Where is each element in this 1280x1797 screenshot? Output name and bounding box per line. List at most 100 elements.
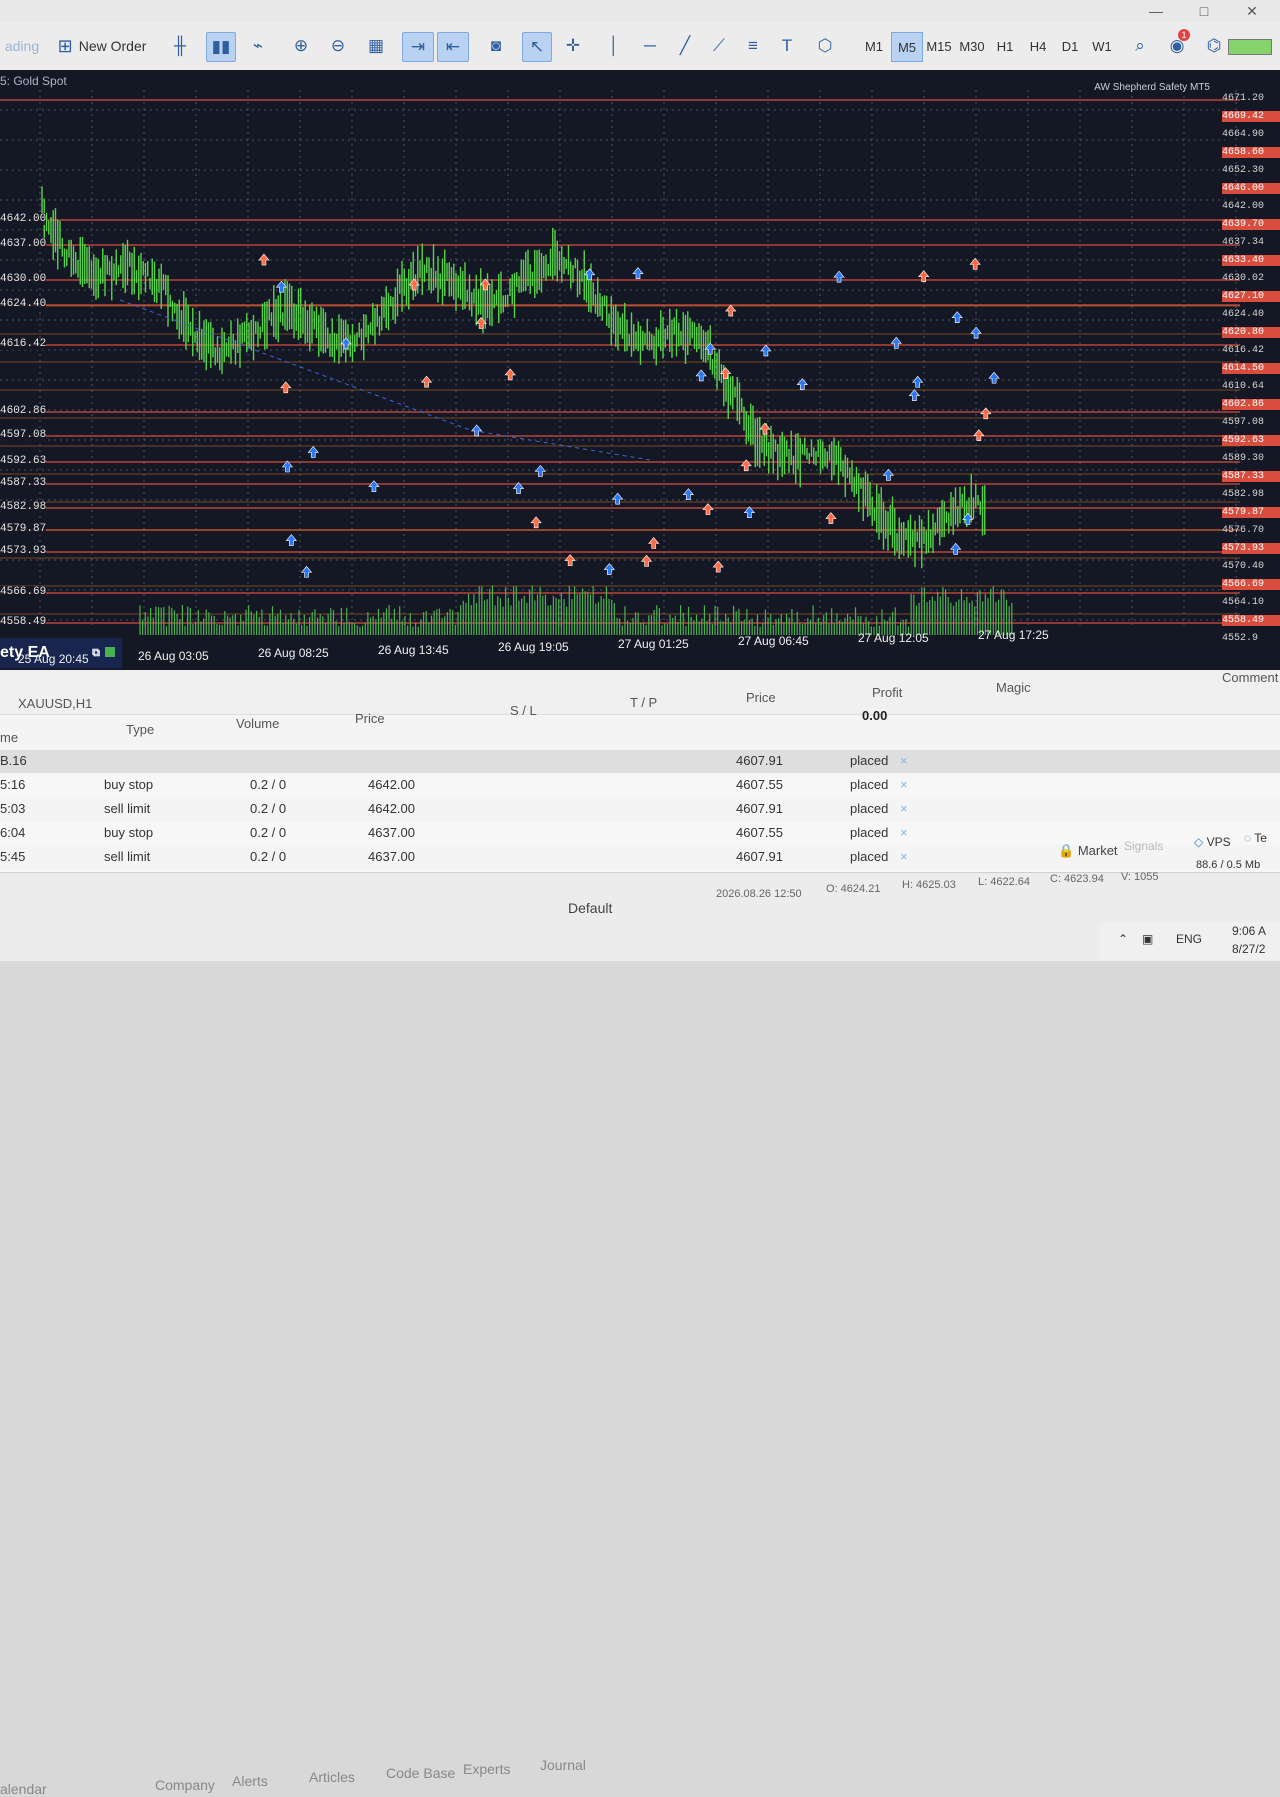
- signal-icon[interactable]: ⌬: [1200, 32, 1228, 60]
- cell-volume: 0.2 / 0: [250, 825, 286, 840]
- cancel-order-icon[interactable]: ×: [900, 801, 908, 816]
- left-level-label: 4624.40: [0, 298, 46, 310]
- bar-chart-icon[interactable]: ╫: [166, 32, 194, 60]
- price-chart[interactable]: 5: Gold Spot AW Shepherd Safety MT5 ety …: [0, 70, 1280, 670]
- clock-date[interactable]: 8/27/2: [1232, 942, 1265, 956]
- timeframe-m15[interactable]: M15: [924, 32, 954, 60]
- shapes-icon[interactable]: ⬡: [807, 32, 843, 60]
- symbol-tab[interactable]: XAUUSD,H1: [18, 696, 92, 711]
- cell-time: 5:03: [0, 801, 25, 816]
- tab-articles[interactable]: Articles: [309, 1769, 355, 1785]
- status-close: C: 4623.94: [1050, 873, 1104, 885]
- right-axis-label: 4552.9: [1222, 633, 1280, 644]
- tab-code-base[interactable]: Code Base: [386, 1765, 455, 1781]
- grid-icon[interactable]: ▦: [362, 32, 390, 60]
- chart-symbol: 5: Gold Spot: [0, 74, 67, 88]
- chevron-up-icon[interactable]: ⌃: [1118, 932, 1128, 946]
- tab-alendar[interactable]: alendar: [0, 1781, 47, 1797]
- left-level-label: 4597.08: [0, 429, 46, 441]
- timeframe-m30[interactable]: M30: [957, 32, 987, 60]
- status-bar: alendar Company Alerts Articles Code Base Exp…: [0, 872, 1280, 961]
- tab-experts[interactable]: Experts: [463, 1761, 510, 1777]
- cell-price: 4642.00: [368, 777, 415, 792]
- vps-button[interactable]: ◇ VPS: [1194, 835, 1231, 849]
- time-axis-label: 26 Aug 03:05: [138, 649, 209, 663]
- tester-button[interactable]: ◌ Te: [1244, 831, 1267, 845]
- line-chart-icon[interactable]: ⌁: [244, 32, 272, 60]
- crosshair-icon[interactable]: ✛: [559, 32, 587, 60]
- zoom-in-icon[interactable]: ⊕: [287, 32, 315, 60]
- cell-time: 5:16: [0, 777, 25, 792]
- text-icon[interactable]: T: [773, 32, 801, 60]
- profit-total: 0.00: [862, 708, 887, 723]
- table-row[interactable]: B.16 4607.91 placed ×: [0, 750, 1280, 773]
- right-axis-label: 4652.30: [1222, 165, 1280, 176]
- right-axis-label: 4579.87: [1222, 507, 1280, 518]
- cell-current: 4607.91: [736, 849, 783, 864]
- status-volume: V: 1055: [1121, 871, 1159, 883]
- header-current-price: Price: [746, 690, 776, 705]
- status-low: L: 4622.64: [978, 876, 1030, 888]
- cell-type: buy stop: [104, 777, 153, 792]
- minimize-button[interactable]: —: [1136, 0, 1176, 22]
- header-time: me: [0, 730, 18, 745]
- cancel-order-icon[interactable]: ×: [900, 753, 908, 768]
- clock-time[interactable]: 9:06 A: [1232, 924, 1266, 938]
- search-icon[interactable]: ⌕: [1126, 32, 1154, 60]
- candlestick-icon[interactable]: ▮▮: [206, 32, 236, 62]
- timeframe-w1[interactable]: W1: [1087, 32, 1117, 60]
- orders-table-header: XAUUSD,H1 me Type Volume Price S / L T /…: [0, 670, 1280, 715]
- maximize-button[interactable]: □: [1184, 0, 1224, 22]
- timeframe-m5[interactable]: M5: [891, 32, 923, 62]
- language-indicator[interactable]: ENG: [1176, 932, 1202, 946]
- table-row[interactable]: 5:03 sell limit 0.2 / 0 4642.00 4607.91 place…: [0, 798, 1280, 821]
- chart-shift-icon[interactable]: ⇤: [437, 32, 469, 62]
- zoom-out-icon[interactable]: ⊖: [324, 32, 352, 60]
- right-axis-label: 4639.70: [1222, 219, 1280, 230]
- cancel-order-icon[interactable]: ×: [900, 849, 908, 864]
- cell-volume: 0.2 / 0: [250, 849, 286, 864]
- tab-company[interactable]: Company: [155, 1777, 215, 1793]
- fibonacci-icon[interactable]: ≡: [739, 32, 767, 60]
- cancel-order-icon[interactable]: ×: [900, 777, 908, 792]
- right-axis-label: 4658.60: [1222, 147, 1280, 158]
- tab-journal[interactable]: Journal: [540, 1757, 586, 1773]
- timeframe-d1[interactable]: D1: [1055, 32, 1085, 60]
- right-axis-label: 4602.86: [1222, 399, 1280, 410]
- tab-alerts[interactable]: Alerts: [232, 1773, 268, 1789]
- trading-tab[interactable]: ading: [0, 32, 44, 60]
- window-titlebar: — □ ✕: [0, 0, 1280, 22]
- right-axis-label: 4624.40: [1222, 309, 1280, 320]
- timeframe-h1[interactable]: H1: [990, 32, 1020, 60]
- status-date: 2026.08.26 12:50: [716, 888, 802, 900]
- cancel-order-icon[interactable]: ×: [900, 825, 908, 840]
- network-icon[interactable]: ▣: [1142, 932, 1153, 946]
- cell-current: 4607.55: [736, 825, 783, 840]
- left-level-label: 4558.49: [0, 616, 46, 628]
- timeframe-m1[interactable]: M1: [859, 32, 889, 60]
- horizontal-line-icon[interactable]: ─: [636, 32, 664, 60]
- screenshot-icon[interactable]: ◙: [482, 32, 510, 60]
- right-axis-label: 4620.80: [1222, 327, 1280, 338]
- table-row[interactable]: 6:04 buy stop 0.2 / 0 4637.00 4607.55 placed ×: [0, 822, 1280, 845]
- right-axis-label: 4564.10: [1222, 597, 1280, 608]
- right-axis-label: 4582.98: [1222, 489, 1280, 500]
- trendline-icon[interactable]: ╱: [671, 32, 699, 60]
- signals-button[interactable]: Signals: [1124, 839, 1163, 853]
- autoscroll-icon[interactable]: ⇥: [402, 32, 434, 62]
- table-row[interactable]: 5:16 buy stop 0.2 / 0 4642.00 4607.55 placed ×: [0, 774, 1280, 797]
- left-level-label: 4579.87: [0, 523, 46, 535]
- cursor-icon[interactable]: ↖: [522, 32, 552, 62]
- market-button[interactable]: 🔒 Market: [1058, 843, 1118, 859]
- tester-icon: ◌: [1244, 831, 1251, 845]
- new-order-button[interactable]: ⊞ New Order: [52, 32, 152, 60]
- channel-icon[interactable]: ⟋: [705, 32, 733, 60]
- right-axis-label: 4616.42: [1222, 345, 1280, 356]
- cell-price: 4637.00: [368, 825, 415, 840]
- vertical-line-icon[interactable]: │: [600, 32, 628, 60]
- timeframe-h4[interactable]: H4: [1023, 32, 1053, 60]
- close-button[interactable]: ✕: [1232, 0, 1272, 22]
- right-axis-label: 4630.02: [1222, 273, 1280, 284]
- notification-badge: 1: [1178, 29, 1190, 41]
- cell-current: 4607.55: [736, 777, 783, 792]
